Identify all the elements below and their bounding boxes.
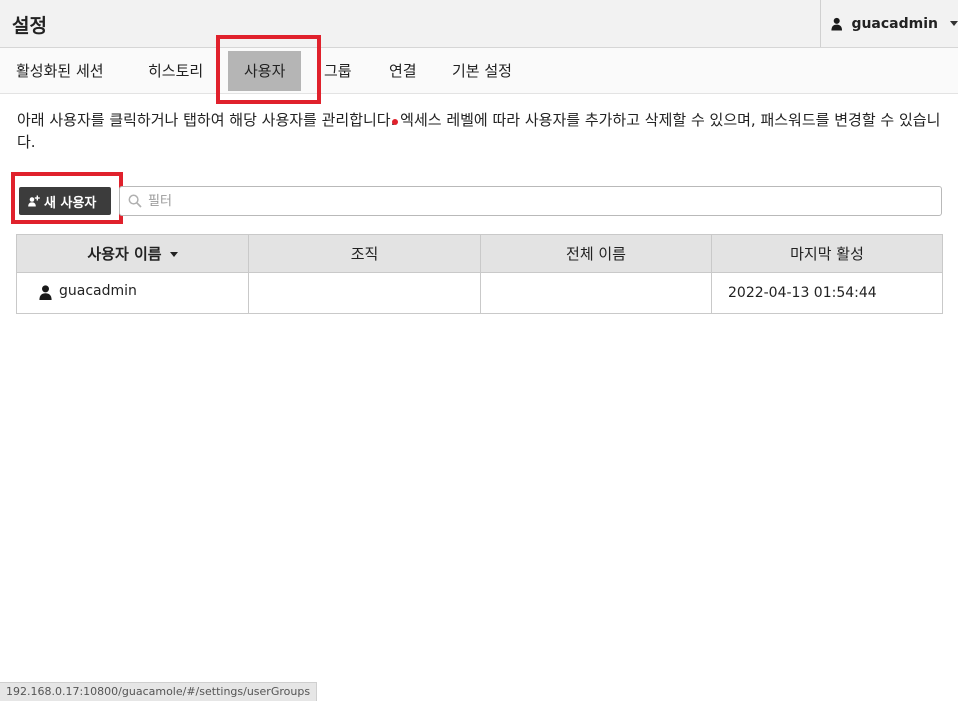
column-header-organization[interactable]: 조직	[248, 234, 481, 273]
sort-desc-icon	[169, 252, 178, 257]
tab-connections[interactable]: 연결	[389, 48, 417, 94]
settings-tabs: 활성화된 세션 히스토리 사용자 그룹 연결 기본 설정	[0, 48, 958, 94]
cell-full-name	[480, 272, 712, 314]
users-table: 사용자 이름 조직 전체 이름 마지막 활성 guacadmin 2022-04…	[16, 234, 943, 314]
tab-active-sessions[interactable]: 활성화된 세션	[16, 48, 104, 94]
page-description: 아래 사용자를 클릭하거나 탭하여 해당 사용자를 관리합니다. 엑세스 레벨에…	[17, 111, 941, 151]
tab-groups[interactable]: 그룹	[324, 48, 352, 94]
user-menu-button[interactable]: guacadmin	[820, 0, 958, 47]
add-user-icon	[28, 195, 40, 207]
tab-history[interactable]: 히스토리	[148, 48, 203, 94]
new-user-button[interactable]: 새 사용자	[19, 187, 111, 215]
table-row[interactable]: guacadmin 2022-04-13 01:54:44	[16, 272, 943, 314]
tab-users[interactable]: 사용자	[228, 51, 302, 91]
user-icon	[39, 284, 52, 300]
column-header-last-active[interactable]: 마지막 활성	[711, 234, 943, 273]
page-title: 설정	[12, 15, 47, 37]
header-bar: 설정 guacadmin	[0, 0, 958, 48]
table-header-row: 사용자 이름 조직 전체 이름 마지막 활성	[16, 234, 943, 273]
cursor-dot	[392, 119, 398, 125]
column-header-username-label: 사용자 이름	[87, 245, 162, 263]
filter-field[interactable]	[119, 186, 942, 216]
new-user-label: 새 사용자	[44, 195, 97, 211]
cell-username[interactable]: guacadmin	[16, 272, 249, 314]
search-icon	[128, 194, 142, 208]
username-text: guacadmin	[59, 282, 137, 299]
user-icon	[831, 17, 843, 31]
tab-preferences[interactable]: 기본 설정	[452, 48, 512, 94]
column-header-full-name[interactable]: 전체 이름	[480, 234, 712, 273]
column-header-username[interactable]: 사용자 이름	[16, 234, 249, 273]
cell-last-active: 2022-04-13 01:54:44	[711, 272, 943, 314]
filter-input[interactable]	[148, 190, 928, 212]
username-label: guacadmin	[851, 15, 938, 32]
caret-down-icon	[950, 21, 958, 26]
cell-organization	[248, 272, 481, 314]
status-bar-url: 192.168.0.17:10800/guacamole/#/settings/…	[0, 682, 318, 701]
